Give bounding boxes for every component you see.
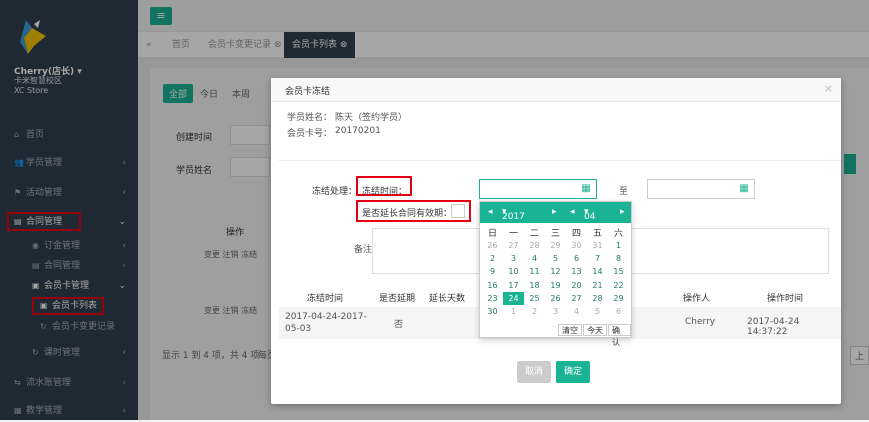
date-picker-header: ◂ 2017年 ▾ ▸ ◂ 04月 ▾ ▸: [480, 202, 631, 235]
calendar-day[interactable]: 14: [587, 265, 608, 278]
col-freeze-time: 冻结时间: [307, 294, 344, 304]
to-label: 至: [619, 187, 629, 197]
prev-year-icon[interactable]: ◂: [488, 207, 493, 217]
ok-button[interactable]: 确认: [608, 324, 631, 347]
calendar-day[interactable]: 25: [524, 292, 545, 305]
calendar-day[interactable]: 30: [566, 239, 587, 252]
close-icon[interactable]: ×: [824, 82, 833, 95]
calendar-day[interactable]: 4: [566, 305, 587, 318]
calendar-day[interactable]: 16: [482, 279, 503, 292]
weekday-label: 一: [508, 229, 518, 239]
card-label: 会员卡号：: [287, 129, 333, 139]
col-extend: 是否延期: [379, 294, 416, 304]
extend-label: 是否延长合同有效期：: [362, 209, 453, 219]
row-extend: 否: [394, 320, 404, 330]
calendar-day[interactable]: 21: [587, 279, 608, 292]
student-label: 学员姓名：: [287, 113, 333, 123]
calendar-day[interactable]: 11: [524, 265, 545, 278]
weekday-label: 六: [613, 229, 623, 239]
calendar-day[interactable]: 2: [524, 305, 545, 318]
calendar-day[interactable]: 29: [545, 239, 566, 252]
calendar-day[interactable]: 17: [503, 279, 524, 292]
modal-title: 会员卡冻结: [285, 87, 331, 97]
freeze-end-input[interactable]: ▦: [647, 179, 755, 199]
month-select[interactable]: 04月 ▾: [584, 207, 595, 235]
calendar-day[interactable]: 30: [482, 305, 503, 318]
calendar-day[interactable]: 19: [545, 279, 566, 292]
calendar-day[interactable]: 8: [608, 252, 629, 265]
freeze-start-input[interactable]: ▦: [479, 179, 597, 199]
calendar-day[interactable]: 18: [524, 279, 545, 292]
calendar-icon[interactable]: ▦: [737, 183, 751, 195]
calendar-day[interactable]: 1: [503, 305, 524, 318]
next-month-icon[interactable]: ▸: [620, 207, 625, 217]
calendar-day[interactable]: 7: [587, 252, 608, 265]
calendar-day[interactable]: 6: [566, 252, 587, 265]
calendar-day[interactable]: 13: [566, 265, 587, 278]
calendar-day[interactable]: 27: [566, 292, 587, 305]
weekday-label: 三: [550, 229, 560, 239]
calendar-day[interactable]: 5: [545, 252, 566, 265]
calendar-day[interactable]: 28: [524, 239, 545, 252]
extend-checkbox[interactable]: [451, 204, 465, 218]
calendar-day[interactable]: 31: [587, 239, 608, 252]
freeze-label: 冻结处理：: [312, 187, 358, 197]
date-picker: ◂ 2017年 ▾ ▸ ◂ 04月 ▾ ▸ 日一二三四五六 26 27 28 29 30…: [479, 201, 632, 347]
calendar-day[interactable]: 24: [503, 291, 524, 305]
calendar-day[interactable]: 26: [545, 292, 566, 305]
today-button[interactable]: 今天: [583, 324, 607, 336]
calendar-day[interactable]: 5: [587, 305, 608, 318]
calendar-day[interactable]: 6: [608, 305, 629, 318]
year-select[interactable]: 2017年 ▾: [502, 207, 525, 235]
calendar-day[interactable]: 3: [545, 305, 566, 318]
freeze-time-label: 冻结时间：: [362, 187, 408, 197]
calendar-day[interactable]: 15: [608, 265, 629, 278]
calendar-day[interactable]: 2: [482, 252, 503, 265]
weekday-label: 五: [592, 229, 602, 239]
student-value: 陈天（签约学员）: [335, 113, 408, 123]
col-op-time: 操作时间: [767, 294, 804, 304]
weekday-label: 日: [487, 229, 497, 239]
calendar-day[interactable]: 29: [608, 292, 629, 305]
col-extend-days: 延长天数: [429, 294, 466, 304]
col-operator: 操作人: [683, 294, 711, 304]
prev-month-icon[interactable]: ◂: [570, 207, 575, 217]
calendar-day[interactable]: 20: [566, 279, 587, 292]
calendar-day[interactable]: 23: [482, 292, 503, 305]
card-value: 20170201: [335, 126, 381, 136]
cancel-button[interactable]: 取消: [517, 361, 551, 383]
next-year-icon[interactable]: ▸: [552, 207, 557, 217]
calendar-day[interactable]: 9: [482, 265, 503, 278]
calendar-icon[interactable]: ▦: [579, 183, 593, 195]
calendar-day[interactable]: 26: [482, 239, 503, 252]
calendar-day[interactable]: 28: [587, 292, 608, 305]
calendar-day[interactable]: 10: [503, 265, 524, 278]
weekday-label: 四: [571, 229, 581, 239]
modal-header: 会员卡冻结 ×: [271, 78, 841, 102]
calendar-day[interactable]: 1: [608, 239, 629, 252]
calendar-day[interactable]: 27: [503, 239, 524, 252]
clear-button[interactable]: 清空: [558, 324, 582, 336]
confirm-button[interactable]: 确定: [556, 361, 590, 383]
weekday-label: 二: [529, 229, 539, 239]
calendar-day[interactable]: 12: [545, 265, 566, 278]
calendar-day[interactable]: 22: [608, 279, 629, 292]
calendar-day[interactable]: 4: [524, 252, 545, 265]
row-freeze-time: 2017-04-24-2017-05-03: [285, 312, 367, 334]
row-op-time: 2017-04-24 14:37:22: [747, 317, 800, 337]
calendar-day[interactable]: 3: [503, 252, 524, 265]
row-operator: Cherry: [685, 317, 716, 327]
